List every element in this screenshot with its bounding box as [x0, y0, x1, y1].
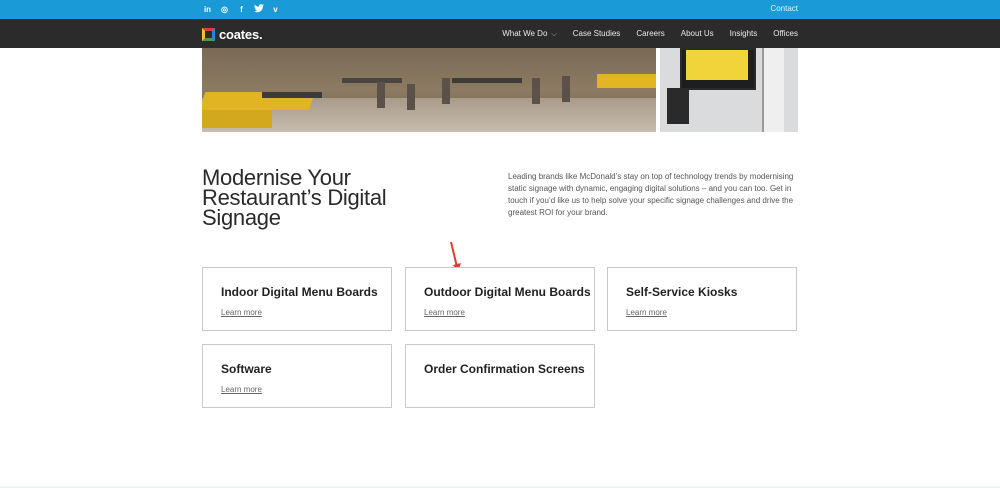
hero-chair — [442, 78, 450, 104]
card-title: Software — [221, 362, 272, 376]
card-indoor-digital-menu-boards[interactable]: Indoor Digital Menu Boards Learn more — [202, 267, 392, 331]
nav-item-label: What We Do — [502, 29, 548, 38]
social-links: in ◎ f v — [202, 4, 281, 15]
card-title: Order Confirmation Screens — [424, 362, 585, 376]
hero-chair — [562, 76, 570, 102]
linkedin-icon[interactable]: in — [202, 4, 213, 15]
nav-item-insights[interactable]: Insights — [730, 29, 758, 39]
card-self-service-kiosks[interactable]: Self-Service Kiosks Learn more — [607, 267, 797, 331]
card-order-confirmation-screens[interactable]: Order Confirmation Screens — [405, 344, 595, 408]
hero-table — [342, 78, 402, 83]
learn-more-link[interactable]: Learn more — [221, 385, 262, 394]
nav-menu: What We Do ⌵ Case Studies Careers About U… — [502, 29, 798, 39]
instagram-icon[interactable]: ◎ — [219, 4, 230, 15]
hero-bench — [202, 110, 272, 128]
logo-text: coates. — [219, 27, 263, 42]
facebook-icon[interactable]: f — [236, 4, 247, 15]
hero-chair — [407, 84, 415, 110]
hero-table — [262, 92, 322, 98]
learn-more-link[interactable]: Learn more — [221, 308, 262, 317]
nav-item-about-us[interactable]: About Us — [681, 29, 714, 39]
card-title: Indoor Digital Menu Boards — [221, 285, 378, 299]
card-software[interactable]: Software Learn more — [202, 344, 392, 408]
learn-more-link[interactable]: Learn more — [626, 308, 667, 317]
learn-more-link[interactable]: Learn more — [424, 308, 465, 317]
nav-item-case-studies[interactable]: Case Studies — [573, 29, 621, 39]
hero-table — [452, 78, 522, 83]
card-title: Self-Service Kiosks — [626, 285, 738, 299]
twitter-icon[interactable] — [253, 4, 264, 15]
hero-payment-terminal — [667, 88, 689, 124]
hero-image — [202, 48, 798, 132]
contact-link[interactable]: Contact — [770, 4, 798, 13]
intro-text: Leading brands like McDonald’s stay on t… — [508, 172, 794, 217]
hero-door — [762, 48, 784, 132]
nav-item-careers[interactable]: Careers — [636, 29, 664, 39]
page-title: Modernise Your Restaurant’s Digital Sign… — [202, 167, 442, 230]
nav-item-offices[interactable]: Offices — [773, 29, 798, 39]
page-title-line: Signage — [202, 205, 281, 230]
hero-kiosk-screen — [680, 48, 756, 90]
card-outdoor-digital-menu-boards[interactable]: Outdoor Digital Menu Boards Learn more — [405, 267, 595, 331]
nav-item-what-we-do[interactable]: What We Do ⌵ — [502, 29, 557, 39]
hero-bench — [597, 74, 657, 88]
chevron-down-icon: ⌵ — [551, 31, 557, 38]
hero-chair — [532, 78, 540, 104]
main-navigation: coates. What We Do ⌵ Case Studies Careers… — [0, 19, 1000, 48]
card-title: Outdoor Digital Menu Boards — [424, 285, 591, 299]
logo[interactable]: coates. — [202, 27, 263, 42]
logo-icon — [202, 28, 215, 41]
hero-chair — [377, 82, 385, 108]
vimeo-icon[interactable]: v — [270, 4, 281, 15]
top-social-bar: in ◎ f v Contact — [0, 0, 1000, 19]
